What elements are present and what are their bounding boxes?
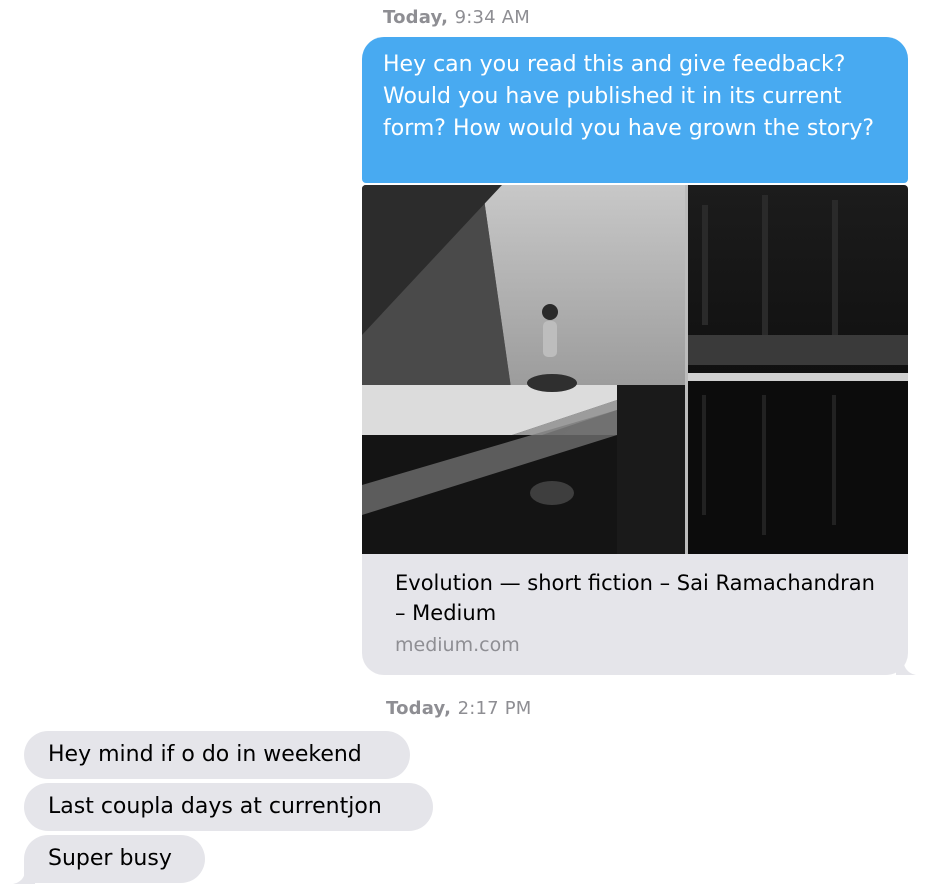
sent-bubble-tail xyxy=(896,655,916,675)
link-preview-image xyxy=(362,185,908,554)
received-message-bubble[interactable]: Super busy xyxy=(24,835,205,883)
received-message-text: Super busy xyxy=(48,846,172,871)
received-message-bubble[interactable]: Hey mind if o do in weekend xyxy=(24,731,410,779)
link-preview-title: Evolution — short fiction – Sai Ramachan… xyxy=(395,571,875,625)
timestamp-time: 2:17 PM xyxy=(457,698,532,719)
link-preview-meta: Evolution — short fiction – Sai Ramachan… xyxy=(395,568,885,659)
sent-message-bubble[interactable]: Hey can you read this and give feedback?… xyxy=(362,37,908,183)
link-preview-card[interactable]: Evolution — short fiction – Sai Ramachan… xyxy=(362,185,908,675)
timestamp-first: Today, 9:34 AM xyxy=(383,7,530,28)
received-bubble-tail xyxy=(13,862,35,884)
timestamp-day: Today, xyxy=(386,698,452,719)
received-message-bubble[interactable]: Last coupla days at currentjon xyxy=(24,783,433,831)
timestamp-time: 9:34 AM xyxy=(454,7,530,28)
timestamp-day: Today, xyxy=(383,7,449,28)
link-preview-domain: medium.com xyxy=(395,634,520,656)
received-message-text: Hey mind if o do in weekend xyxy=(48,742,362,767)
timestamp-second: Today, 2:17 PM xyxy=(386,698,532,719)
received-message-text: Last coupla days at currentjon xyxy=(48,794,382,819)
sent-message-text: Hey can you read this and give feedback?… xyxy=(383,52,875,141)
